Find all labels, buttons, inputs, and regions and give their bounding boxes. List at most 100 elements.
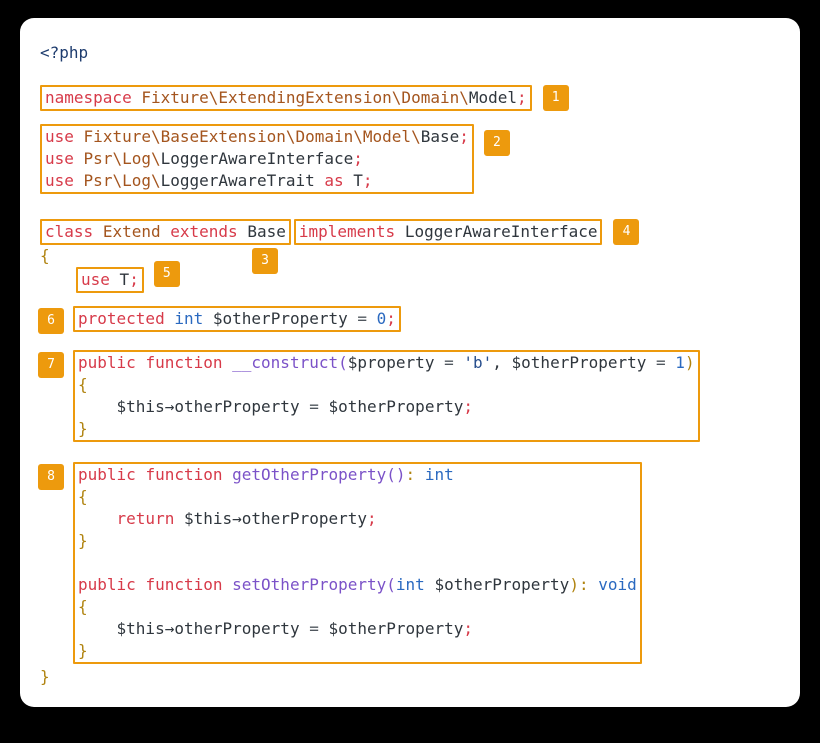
- code-token: int: [174, 309, 203, 328]
- code-token: $this: [78, 397, 165, 416]
- code-token: $otherProperty: [512, 353, 647, 372]
- code-token: =: [646, 353, 675, 372]
- code-token: →: [232, 509, 242, 528]
- code-token: function: [145, 353, 222, 372]
- code-line: $this→otherProperty = $otherProperty;: [78, 396, 695, 418]
- callout-badge-5: 5: [154, 261, 180, 287]
- code-line: }: [78, 640, 637, 662]
- code-token: [589, 575, 599, 594]
- code-line: public function getOtherProperty(): int: [78, 464, 637, 486]
- code-token: __construct: [232, 353, 338, 372]
- code-token: Fixture\BaseExtension\Domain\Model\: [84, 127, 421, 146]
- code-token: use: [45, 171, 74, 190]
- code-token: use: [45, 149, 74, 168]
- code-token: [161, 222, 171, 241]
- code-token: ;: [386, 309, 396, 328]
- code-token: extends: [170, 222, 237, 241]
- callout-badge-4: 4: [613, 219, 639, 245]
- code-token: $otherProperty: [213, 309, 348, 328]
- code-token: [136, 353, 146, 372]
- code-token: setOtherProperty: [232, 575, 386, 594]
- code-line: class Extend extends Base: [45, 221, 286, 243]
- code-token: function: [145, 465, 222, 484]
- code-line: public function setOtherProperty(int $ot…: [78, 574, 637, 596]
- code-token: Fixture\ExtendingExtension\Domain\: [141, 88, 469, 107]
- code-token: ,: [492, 353, 511, 372]
- code-token: Base: [421, 127, 460, 146]
- code-token: [74, 171, 84, 190]
- code-token: ;: [367, 509, 377, 528]
- annotation-box-4: implements LoggerAwareInterface: [294, 219, 603, 245]
- code-token: public: [78, 465, 136, 484]
- code-token: [223, 575, 233, 594]
- code-token: $otherProperty: [328, 397, 463, 416]
- code-token: :: [406, 465, 416, 484]
- annotation-box-3: class Extend extends Base: [40, 219, 291, 245]
- code-line: use T;: [81, 269, 139, 291]
- code-token: T: [353, 171, 363, 190]
- code-line: }: [40, 666, 780, 688]
- code-token: {: [78, 375, 88, 394]
- code-token: [74, 149, 84, 168]
- code-token: int: [425, 465, 454, 484]
- callout-badge-7: 7: [38, 352, 64, 378]
- code-token: as: [324, 171, 343, 190]
- code-line: {: [78, 486, 637, 508]
- code-token: ): [569, 575, 579, 594]
- code-token: =: [300, 397, 329, 416]
- code-token: 'b': [463, 353, 492, 372]
- code-token: class: [45, 222, 93, 241]
- class-declaration-row: class Extend extends Base implements Logg…: [40, 219, 780, 245]
- code-token: Base: [247, 222, 286, 241]
- code-row: 6 protected int $otherProperty = 0;: [40, 306, 780, 332]
- code-card: <?phpnamespace Fixture\ExtendingExtensio…: [20, 18, 800, 707]
- code-token: LoggerAwareTrait: [161, 171, 315, 190]
- code-token: Extend: [103, 222, 161, 241]
- code-token: (: [386, 575, 396, 594]
- code-token: getOtherProperty: [232, 465, 386, 484]
- annotation-box-6: protected int $otherProperty = 0;: [73, 306, 401, 332]
- code-token: void: [598, 575, 637, 594]
- code-token: [223, 353, 233, 372]
- code-token: ;: [363, 171, 373, 190]
- code-line: }: [78, 530, 637, 552]
- code-token: otherProperty: [242, 509, 367, 528]
- code-token: ;: [459, 127, 469, 146]
- code-token: implements: [299, 222, 395, 241]
- annotation-box-2: use Fixture\BaseExtension\Domain\Model\B…: [40, 124, 474, 194]
- code-line: namespace Fixture\ExtendingExtension\Dom…: [45, 87, 527, 109]
- code-token: [78, 509, 117, 528]
- code-line: implements LoggerAwareInterface: [299, 221, 598, 243]
- code-line: }: [78, 418, 695, 440]
- code-token: [136, 465, 146, 484]
- code-token: use: [81, 270, 110, 289]
- code-token: ;: [517, 88, 527, 107]
- code-line: $this→otherProperty = $otherProperty;: [78, 618, 637, 640]
- code-token: [136, 575, 146, 594]
- code-token: [74, 127, 84, 146]
- annotation-box-8: public function getOtherProperty(): int{…: [73, 462, 642, 664]
- code-row: use Fixture\BaseExtension\Domain\Model\B…: [40, 124, 780, 194]
- code-token: otherProperty: [174, 397, 299, 416]
- code-token: [344, 171, 354, 190]
- code-line: use Psr\Log\LoggerAwareInterface;: [45, 148, 469, 170]
- code-token: [315, 171, 325, 190]
- code-token: 0: [377, 309, 387, 328]
- code-token: ;: [129, 270, 139, 289]
- code-token: ;: [353, 149, 363, 168]
- code-token: public: [78, 575, 136, 594]
- callout-badge-3: 3: [252, 248, 278, 274]
- code-line: public function __construct($property = …: [78, 352, 695, 374]
- code-token: }: [78, 531, 88, 550]
- code-token: return: [117, 509, 175, 528]
- callout-badge-6: 6: [38, 308, 64, 334]
- code-token: int: [396, 575, 425, 594]
- callout-badge-1: 1: [543, 85, 569, 111]
- code-token: =: [434, 353, 463, 372]
- code-token: LoggerAwareInterface: [161, 149, 354, 168]
- code-token: Psr\Log\: [84, 149, 161, 168]
- code-row: namespace Fixture\ExtendingExtension\Dom…: [40, 85, 780, 111]
- code-token: [415, 465, 425, 484]
- code-token: }: [78, 641, 88, 660]
- code-line: {: [40, 245, 780, 267]
